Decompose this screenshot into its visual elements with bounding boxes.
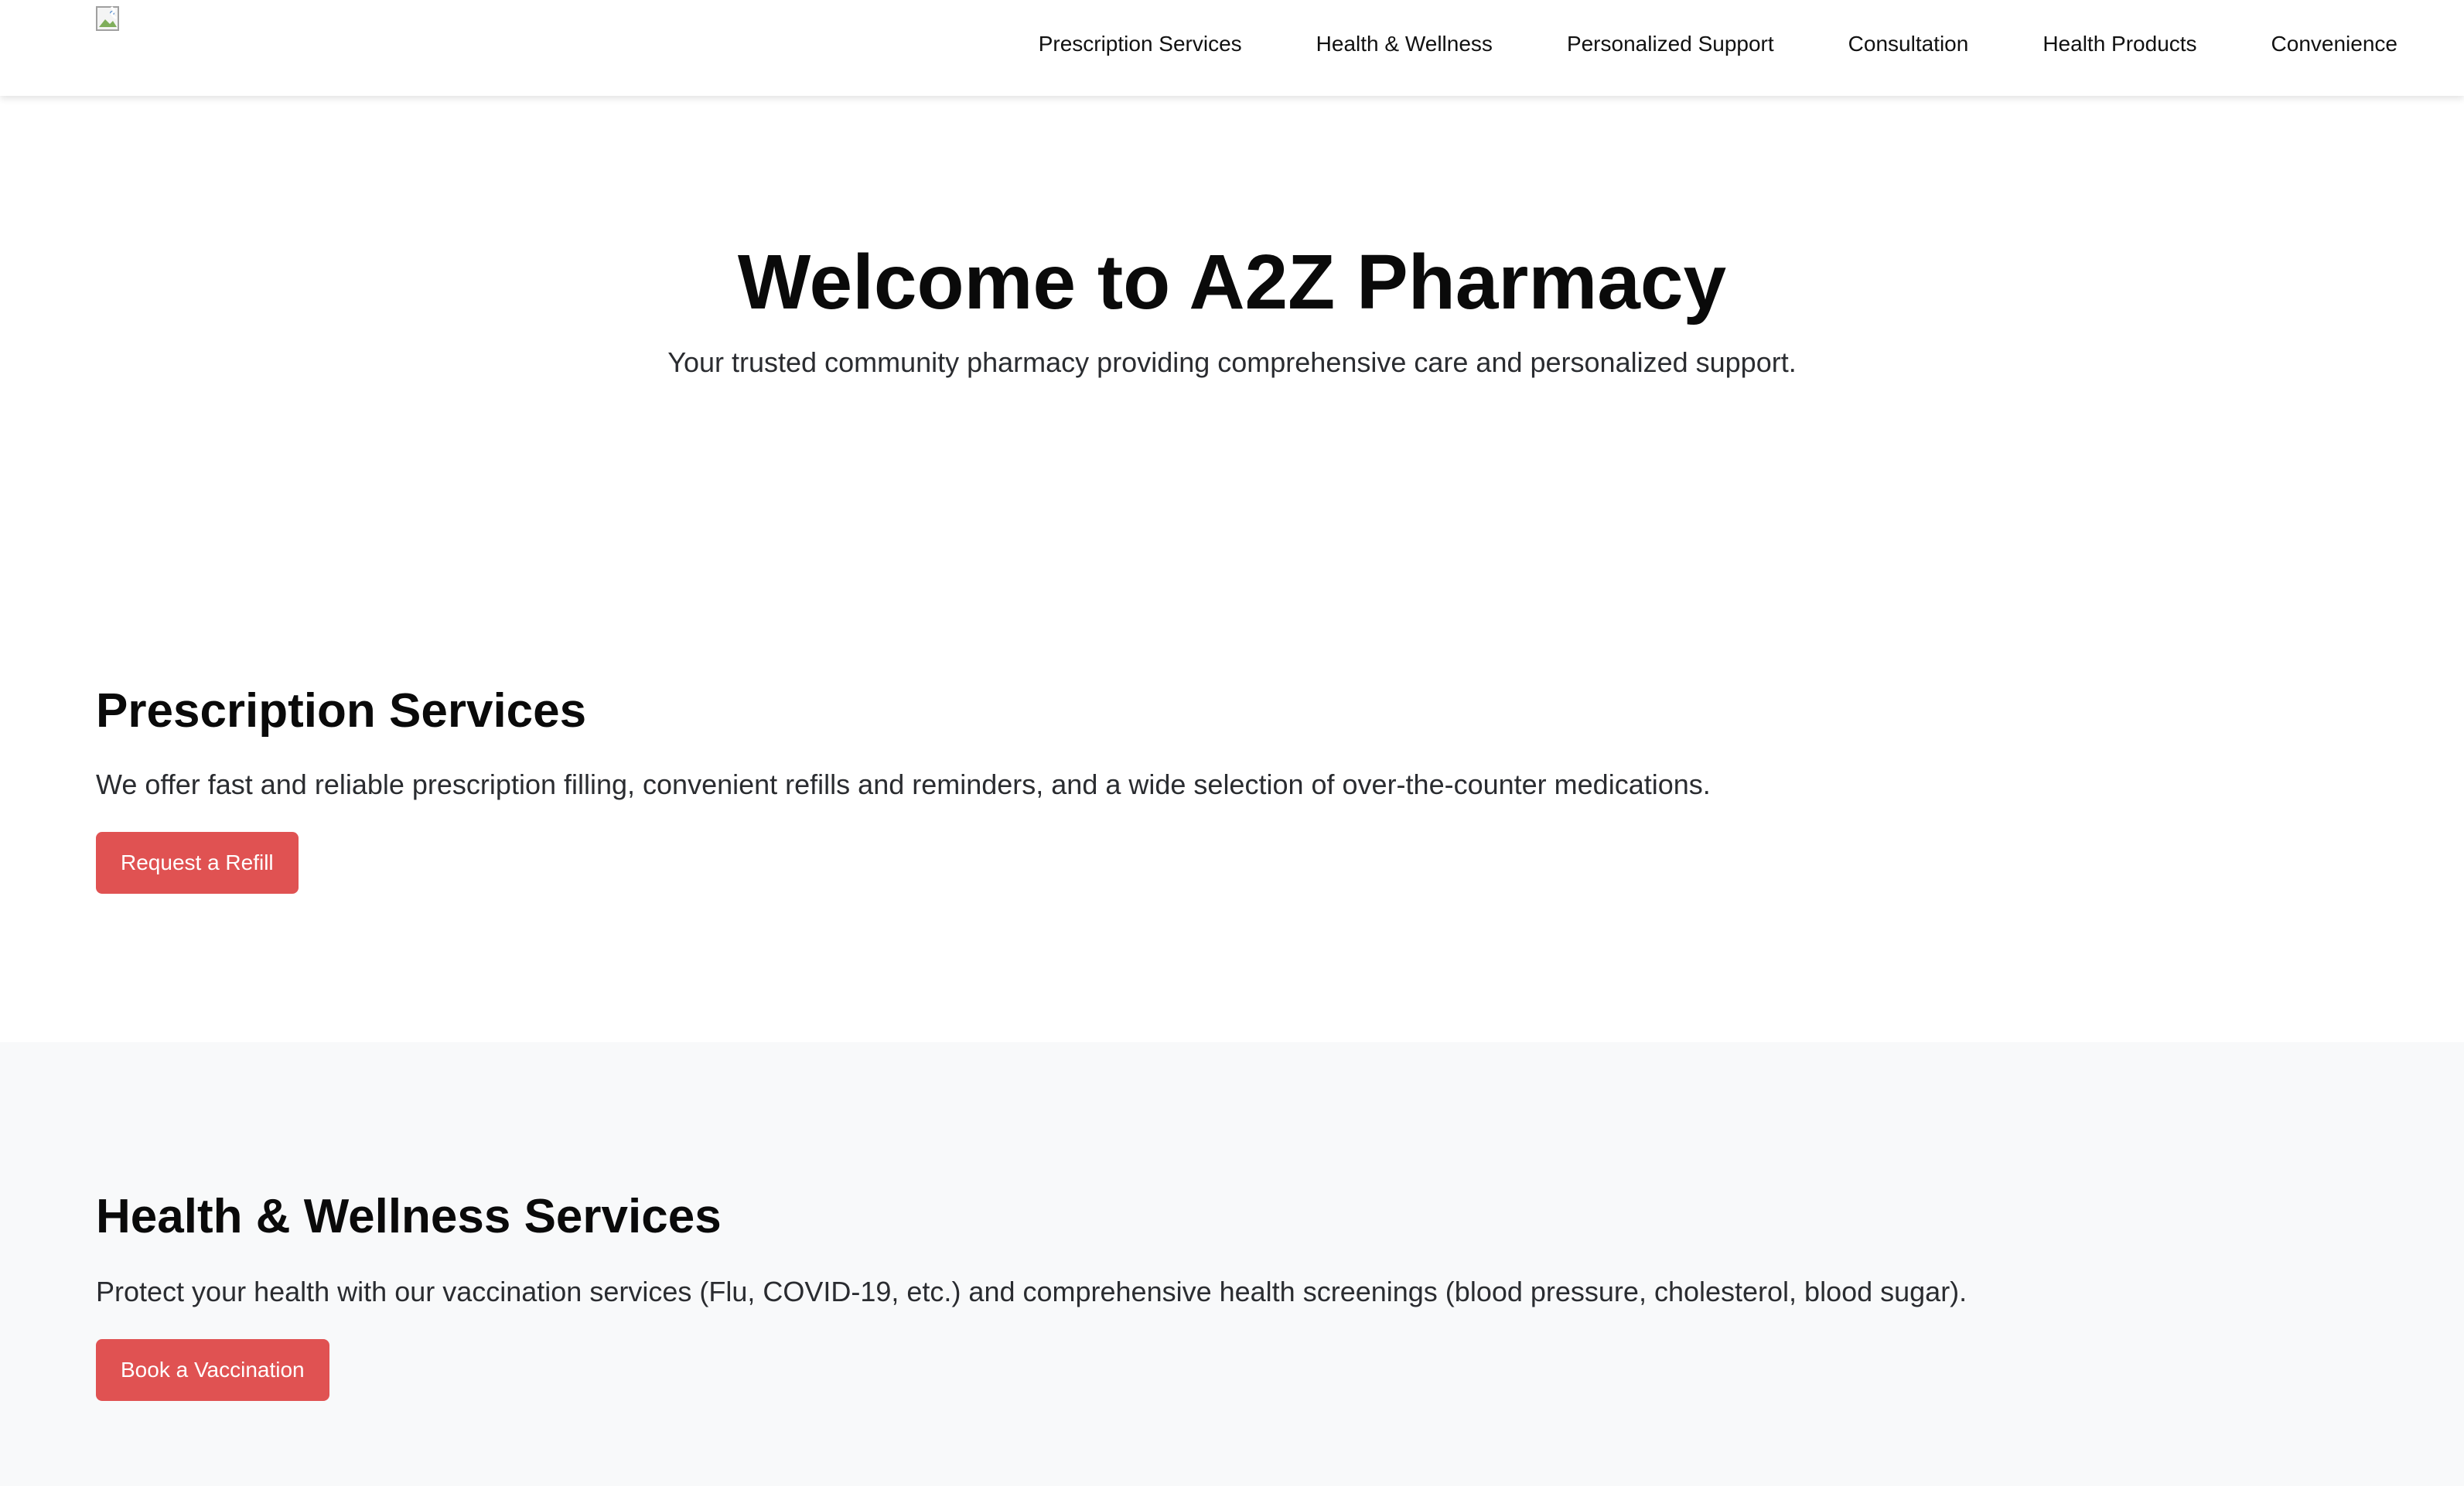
nav-link-health-products[interactable]: Health Products <box>2043 32 2196 56</box>
nav-link-health-wellness[interactable]: Health & Wellness <box>1316 32 1493 56</box>
nav-link-prescription-services[interactable]: Prescription Services <box>1039 32 1242 56</box>
health-wellness-description: Protect your health with our vaccination… <box>96 1276 1967 1307</box>
health-wellness-section: Health & Wellness Services Protect your … <box>0 1042 2464 1486</box>
nav-link-personalized-support[interactable]: Personalized Support <box>1567 32 1774 56</box>
site-header: Prescription Services Health & Wellness … <box>0 0 2464 96</box>
prescription-services-section: Prescription Services We offer fast and … <box>0 603 2464 1042</box>
prescription-services-description: We offer fast and reliable prescription … <box>96 769 1711 800</box>
hero-title: Welcome to A2Z Pharmacy <box>737 239 1727 325</box>
request-refill-button[interactable]: Request a Refill <box>96 832 299 894</box>
main-nav: Prescription Services Health & Wellness … <box>1039 0 2397 88</box>
prescription-services-heading: Prescription Services <box>96 684 587 738</box>
health-wellness-heading: Health & Wellness Services <box>96 1190 722 1243</box>
hero-subtitle: Your trusted community pharmacy providin… <box>667 346 1797 378</box>
nav-link-consultation[interactable]: Consultation <box>1848 32 1969 56</box>
nav-link-convenience[interactable]: Convenience <box>2271 32 2397 56</box>
logo-broken-image-icon[interactable] <box>96 6 122 32</box>
broken-image-icon <box>96 6 119 31</box>
book-vaccination-button[interactable]: Book a Vaccination <box>96 1339 329 1401</box>
